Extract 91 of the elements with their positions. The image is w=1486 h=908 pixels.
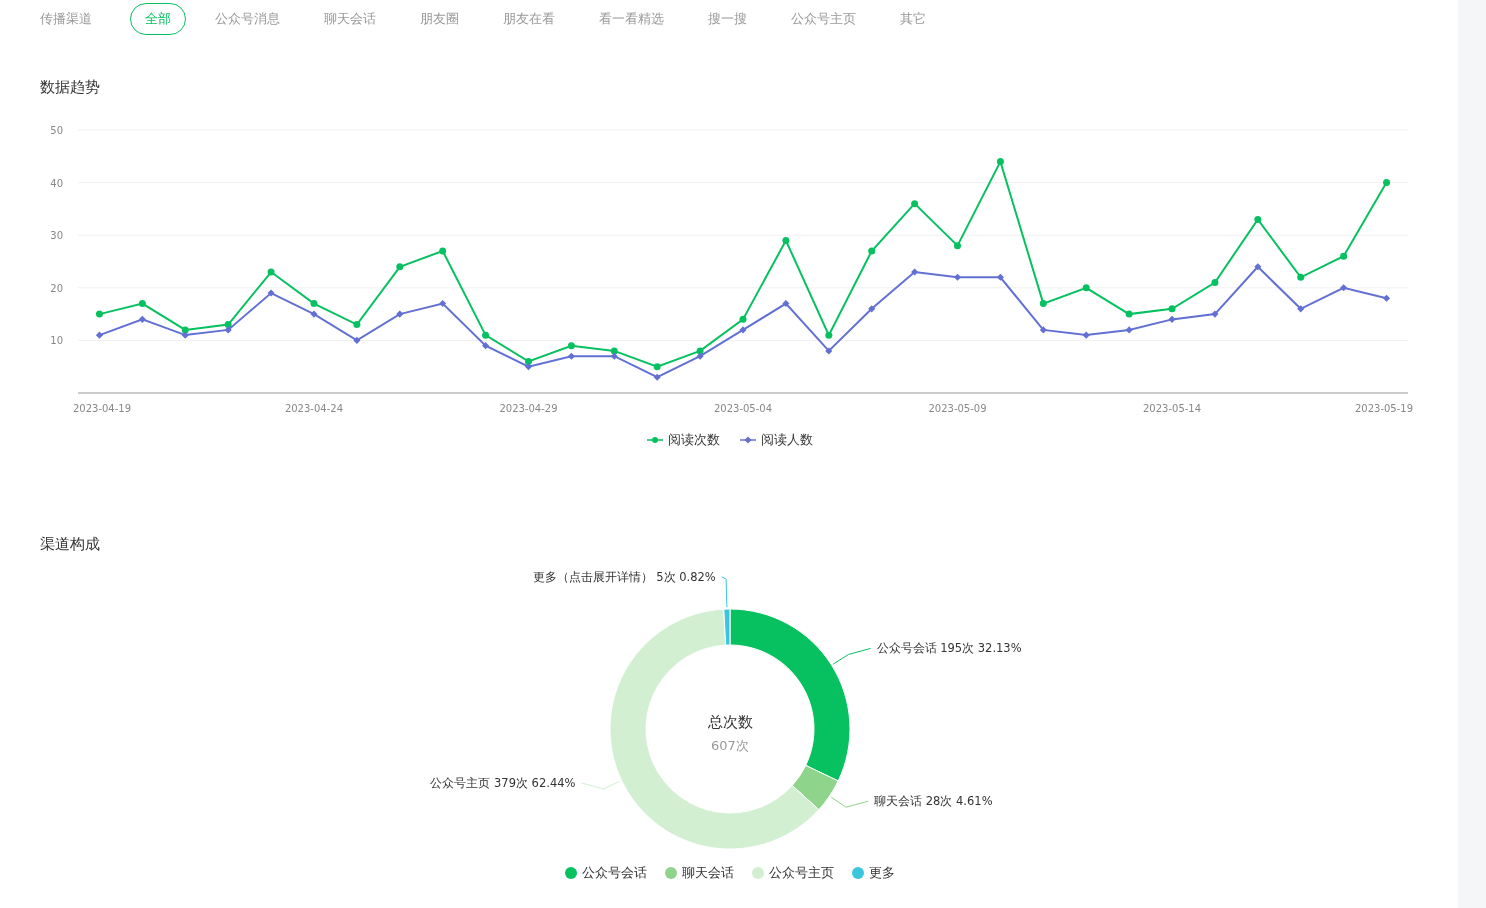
channel-tab[interactable]: 其它 (885, 3, 941, 35)
data-point (439, 300, 447, 308)
total-label: 总次数 (707, 713, 753, 731)
axis-label: 2023-04-24 (284, 403, 344, 414)
data-point (868, 247, 876, 255)
data-point (482, 331, 490, 339)
dot-marker-icon (647, 436, 663, 444)
data-point (138, 300, 146, 308)
slice-label: 聊天会话 28次 4.61% (874, 794, 993, 809)
axis-label: 10 (50, 335, 63, 347)
data-point (954, 273, 962, 281)
data-point (138, 315, 146, 323)
slice-label: 公众号主页 379次 62.44% (430, 775, 576, 790)
data-point (911, 200, 919, 208)
legend-label: 聊天会话 (682, 864, 734, 882)
leader-line (721, 576, 728, 608)
axis-label: 2023-05-19 (1354, 403, 1414, 414)
legend-label: 公众号会话 (582, 864, 647, 882)
section-title: 渠道构成 (40, 535, 101, 554)
axis-label: 40 (50, 177, 63, 189)
data-point (954, 242, 961, 250)
data-point (739, 315, 747, 323)
slice-label: 公众号会话 195次 32.13% (876, 641, 1022, 656)
data-point (782, 300, 790, 308)
data-point (1211, 279, 1219, 287)
channel-tab[interactable]: 朋友在看 (488, 3, 570, 35)
section-title: 数据趋势 (40, 78, 101, 97)
data-point (1168, 315, 1176, 323)
channel-tab[interactable]: 聊天会话 (309, 3, 391, 35)
data-point (267, 268, 275, 276)
data-point (1211, 310, 1219, 318)
data-point (1082, 331, 1090, 339)
channel-tab[interactable]: 公众号主页 (776, 3, 871, 35)
data-point (1082, 284, 1090, 292)
data-point (396, 263, 404, 271)
data-point (996, 158, 1004, 166)
axis-label: 2023-05-04 (713, 403, 773, 414)
data-point (95, 331, 103, 339)
data-point (1297, 305, 1305, 313)
axis-label: 30 (50, 230, 63, 242)
data-point (567, 352, 575, 360)
legend-label: 公众号主页 (769, 864, 834, 882)
data-point (1297, 273, 1305, 281)
data-point (911, 268, 919, 276)
data-point (653, 363, 661, 371)
data-point (1039, 326, 1047, 334)
leader-line (580, 780, 621, 790)
data-point (1168, 305, 1176, 313)
data-point (310, 300, 318, 308)
data-point (1254, 215, 1262, 223)
data-point (353, 321, 361, 329)
total-value: 607次 (711, 738, 749, 753)
data-point (1383, 179, 1391, 187)
data-point (825, 347, 833, 355)
axis-label: 2023-05-14 (1142, 403, 1202, 414)
data-point (567, 342, 575, 350)
axis-label: 2023-04-19 (72, 403, 132, 414)
data-point (1125, 310, 1133, 318)
data-point (868, 305, 876, 313)
data-point (825, 331, 833, 339)
legend-label: 更多 (869, 864, 895, 882)
data-point (95, 310, 103, 318)
data-point (310, 310, 318, 318)
axis-label: 20 (50, 282, 63, 294)
channel-tab[interactable]: 公众号消息 (200, 3, 295, 35)
data-point (653, 373, 661, 381)
data-point (1340, 252, 1348, 260)
data-point (782, 236, 790, 244)
tabs-label: 传播渠道 (40, 10, 92, 28)
leader-line (832, 647, 871, 665)
data-point (1254, 263, 1262, 271)
data-point (439, 247, 447, 255)
axis-label: 2023-05-09 (928, 403, 987, 414)
legend-label: 阅读次数 (668, 431, 720, 449)
axis-label: 50 (50, 125, 63, 136)
data-point (353, 336, 361, 344)
diamond-marker-icon (740, 436, 756, 444)
data-point (1383, 294, 1391, 302)
data-point (1039, 300, 1047, 308)
data-point (267, 289, 275, 297)
data-point (482, 342, 490, 350)
data-point (739, 326, 747, 334)
data-point (1125, 326, 1133, 334)
axis-label: 2023-04-29 (499, 403, 558, 414)
slice-label: 更多（点击展开详情） 5次 0.82% (532, 570, 716, 585)
leader-line (830, 796, 869, 808)
data-point (996, 273, 1004, 281)
channel-tab[interactable]: 朋友圈 (405, 3, 474, 35)
data-point (396, 310, 404, 318)
legend-label: 阅读人数 (761, 431, 813, 449)
data-point (1340, 284, 1348, 292)
